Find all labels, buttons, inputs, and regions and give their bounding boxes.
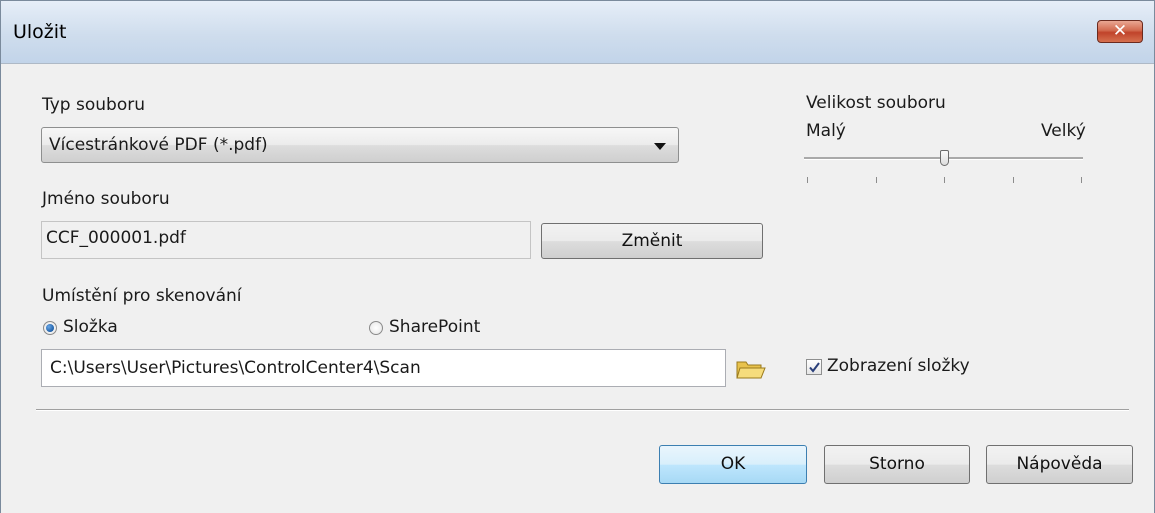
file-type-label: Typ souboru <box>42 95 145 115</box>
help-button[interactable]: Nápověda <box>986 445 1133 484</box>
radio-button[interactable] <box>369 321 383 335</box>
help-button-label: Nápověda <box>1016 454 1103 474</box>
slider-tick <box>944 177 945 183</box>
file-size-label: Velikost souboru <box>806 93 946 113</box>
folder-browse-icon[interactable] <box>735 357 767 381</box>
slider-tick <box>1081 177 1082 183</box>
file-type-select[interactable]: Vícestránkové PDF (*.pdf) <box>41 127 679 163</box>
checkbox-box[interactable] <box>806 359 822 375</box>
file-name-value: CCF_000001.pdf <box>46 228 186 248</box>
slider-tick <box>876 177 877 183</box>
file-name-label: Jméno souboru <box>42 189 170 209</box>
chevron-down-icon <box>654 143 666 150</box>
slider-tick <box>807 177 808 183</box>
file-name-field: CCF_000001.pdf <box>41 221 531 259</box>
close-icon: ✕ <box>1112 21 1128 41</box>
scan-path-value: C:\Users\User\Pictures\ControlCenter4\Sc… <box>50 358 421 378</box>
radio-folder-label: Složka <box>63 317 118 337</box>
radio-sharepoint-label: SharePoint <box>389 317 481 337</box>
file-size-max-label: Velký <box>1041 121 1086 141</box>
change-button-label: Změnit <box>621 231 683 251</box>
divider <box>36 409 1129 411</box>
scan-location-label: Umístění pro skenování <box>42 286 242 306</box>
title-bar[interactable]: Uložit ✕ <box>1 1 1154 64</box>
ok-button[interactable]: OK <box>659 445 807 484</box>
cancel-button-label: Storno <box>869 454 925 474</box>
save-dialog: Uložit ✕ Typ souboru Vícestránkové PDF (… <box>0 0 1155 513</box>
radio-button[interactable] <box>43 321 57 335</box>
checkmark-icon <box>809 362 820 373</box>
slider-tick <box>1013 177 1014 183</box>
cancel-button[interactable]: Storno <box>824 445 970 484</box>
show-folder-label: Zobrazení složky <box>827 356 970 376</box>
close-button[interactable]: ✕ <box>1097 20 1143 43</box>
ok-button-label: OK <box>720 454 746 474</box>
scan-path-input[interactable]: C:\Users\User\Pictures\ControlCenter4\Sc… <box>41 349 726 387</box>
slider-thumb[interactable] <box>940 150 949 166</box>
dialog-title: Uložit <box>13 21 67 43</box>
change-button[interactable]: Změnit <box>541 223 763 259</box>
file-size-min-label: Malý <box>806 121 846 141</box>
radio-selected-dot <box>46 324 54 332</box>
file-type-selected: Vícestránkové PDF (*.pdf) <box>49 135 268 155</box>
